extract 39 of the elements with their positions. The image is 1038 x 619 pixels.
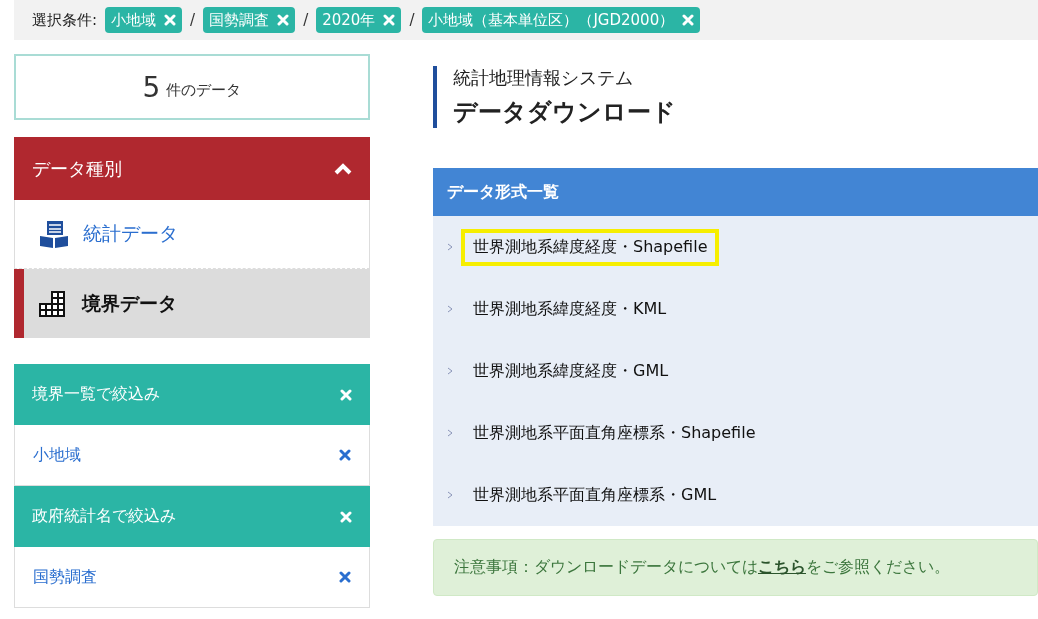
panel-title: データ種別 [32, 156, 122, 181]
filter-value: 国勢調査 [33, 566, 97, 588]
notice-link[interactable]: こちら [758, 557, 806, 576]
notice-text: 注意事項：ダウンロードデータについてはこちら をご参照ください。 [454, 557, 950, 578]
format-link[interactable]: 世界測地系緯度経度・GML [461, 352, 681, 390]
panel-header[interactable]: データ種別 [14, 137, 370, 200]
close-icon[interactable] [164, 14, 177, 26]
close-icon[interactable] [340, 388, 352, 401]
separator-slash: / [303, 11, 309, 29]
filter-title: 政府統計名で絞込み [32, 506, 176, 527]
page-title: データダウンロード [453, 97, 677, 128]
grid-icon [38, 289, 68, 318]
chevron-right-icon [447, 367, 453, 375]
format-link[interactable]: 世界測地系緯度経度・KML [461, 290, 679, 328]
chevron-right-icon [447, 243, 453, 251]
filter-value: 小地域 [33, 444, 81, 466]
filter-title: 境界一覧で絞込み [32, 384, 160, 405]
format-link[interactable]: 世界測地系平面直角座標系・GML [461, 476, 729, 514]
separator-slash: / [409, 11, 415, 29]
format-link[interactable]: 世界測地系平面直角座標系・Shapefile [461, 414, 768, 452]
separator-slash: / [190, 11, 196, 29]
chevron-right-icon [447, 429, 453, 437]
format-link[interactable]: 世界測地系緯度経度・Shapefile [461, 228, 720, 266]
chevron-right-icon [447, 491, 453, 499]
remove-icon[interactable] [339, 571, 351, 583]
page-subtitle: 統計地理情報システム [453, 66, 634, 90]
close-icon[interactable] [682, 14, 695, 26]
close-icon[interactable] [340, 510, 352, 523]
result-unit: 件のデータ [166, 79, 242, 100]
chevron-right-icon [447, 305, 453, 313]
condition-label: 選択条件: [32, 10, 98, 30]
sidebar-item[interactable]: 境界データ [14, 269, 370, 338]
close-icon[interactable] [383, 14, 396, 26]
result-count: 5 [142, 70, 161, 104]
chevron-up-icon[interactable] [334, 162, 352, 175]
remove-icon[interactable] [339, 449, 351, 461]
close-icon[interactable] [277, 14, 290, 26]
panel-header: データ形式一覧 [433, 168, 1038, 216]
table-book-icon [39, 220, 69, 248]
